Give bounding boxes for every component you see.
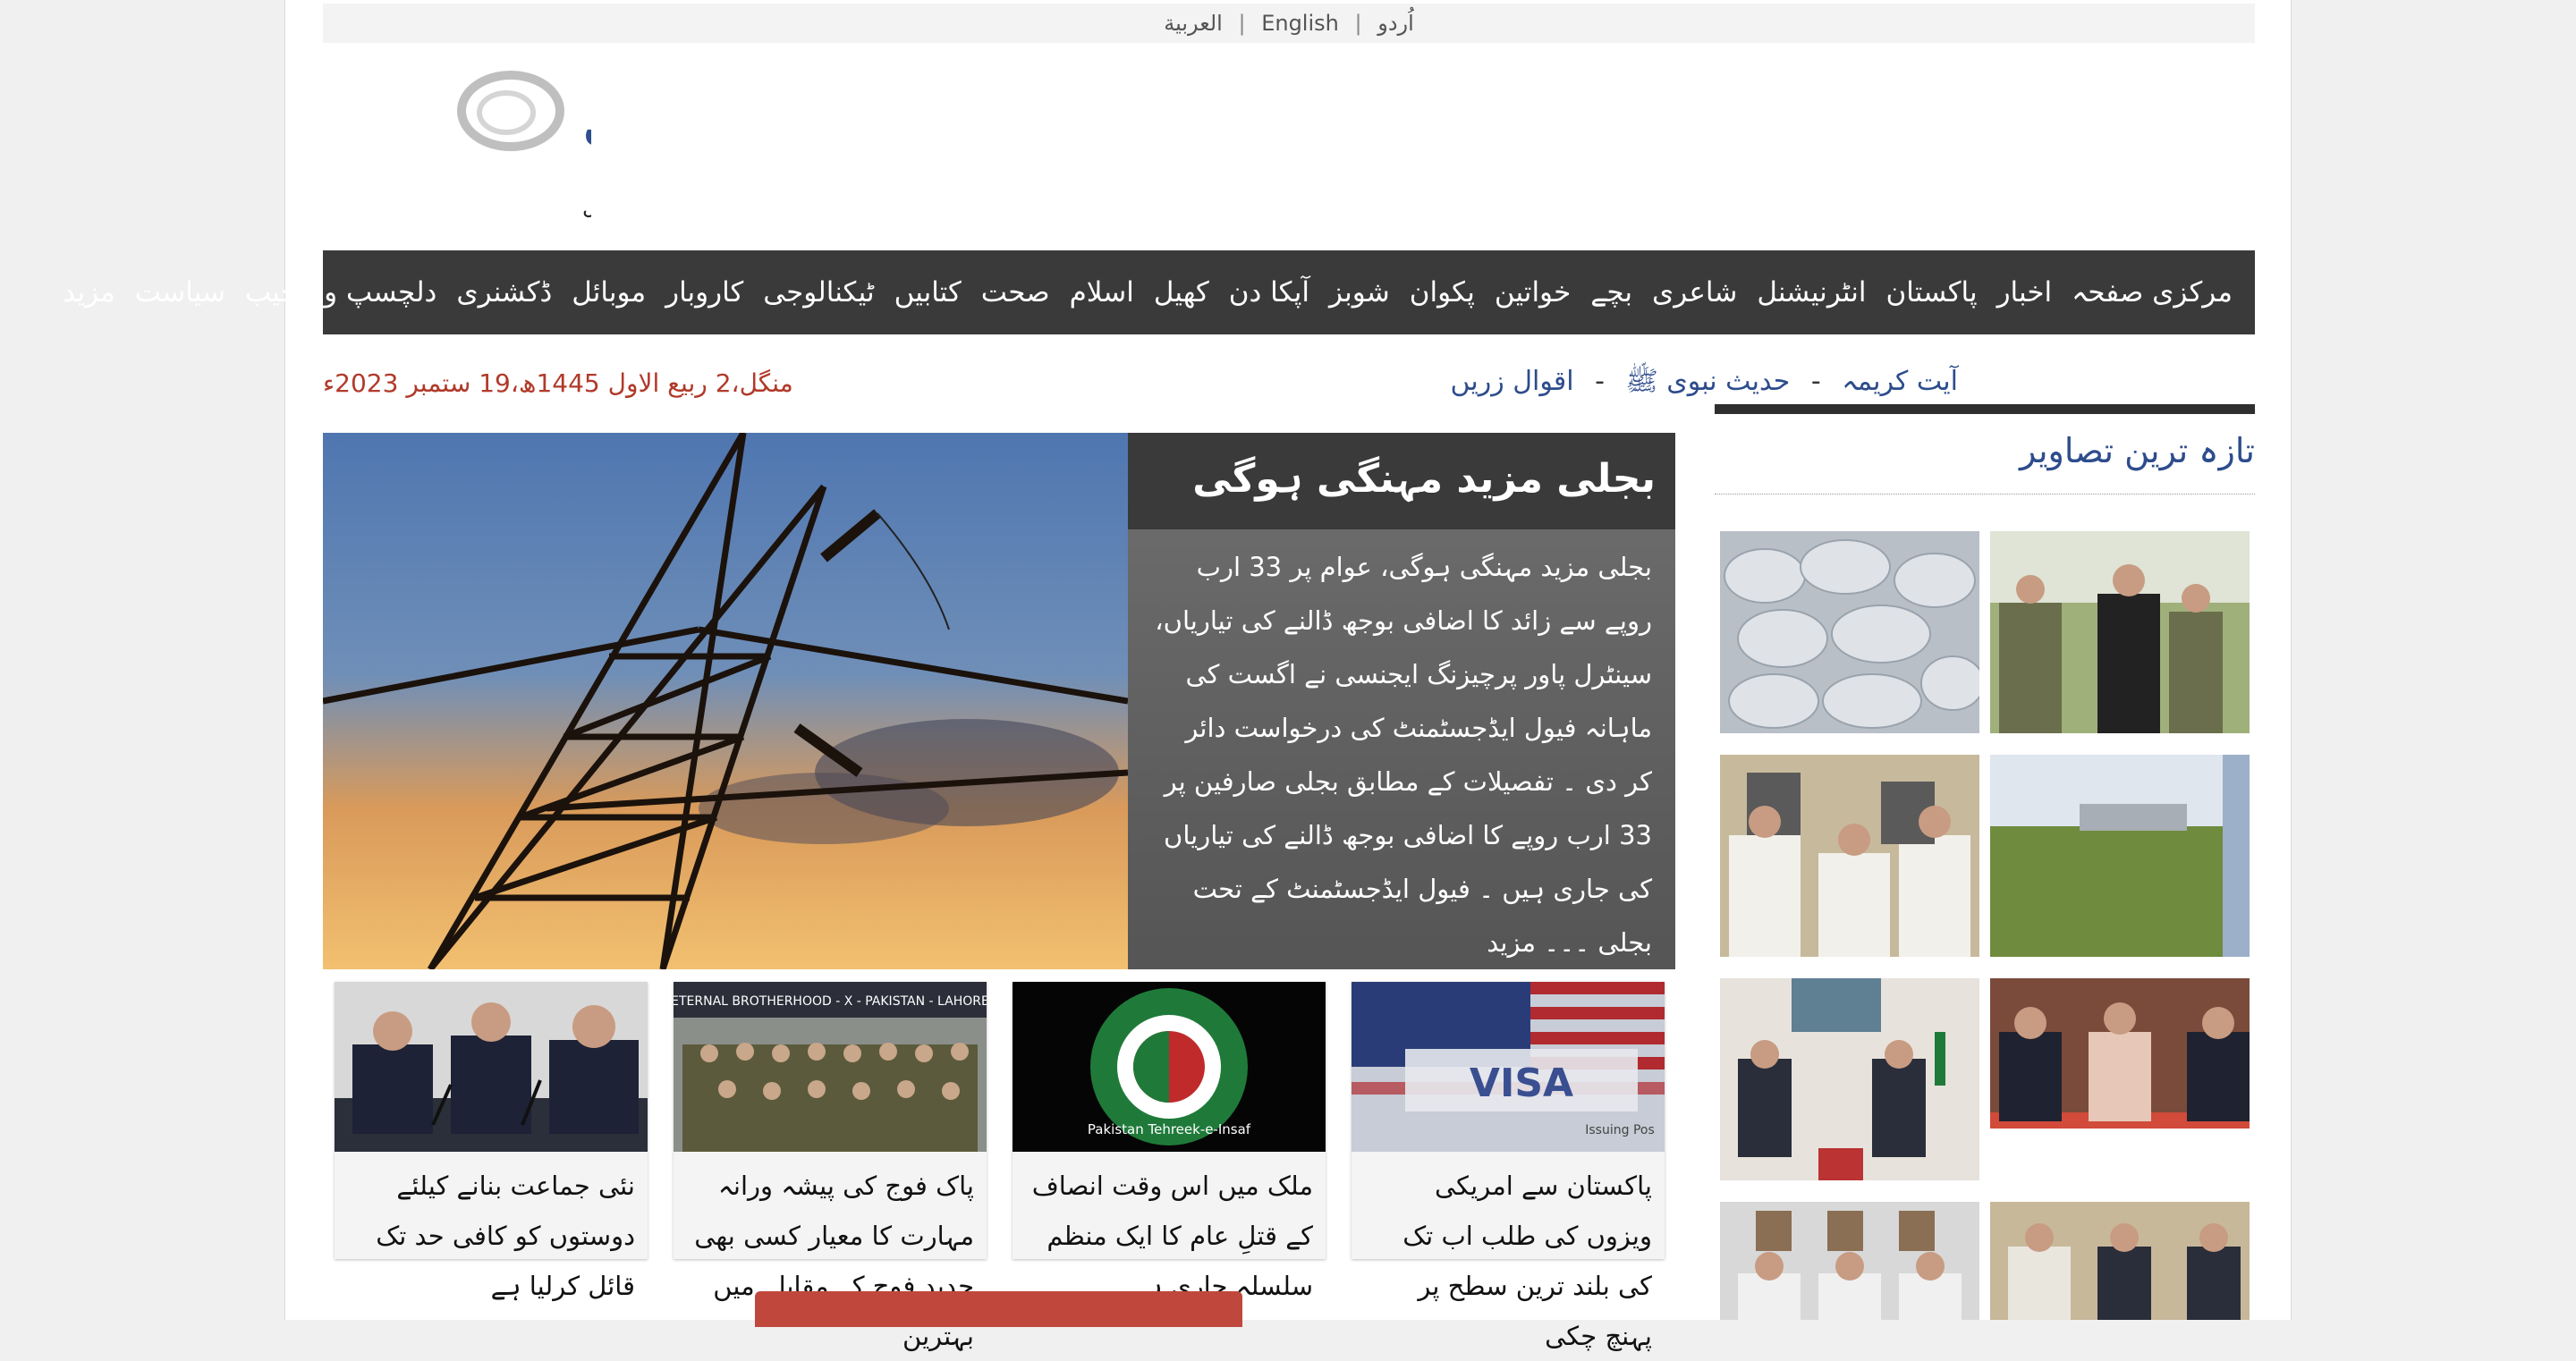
svg-text:ETERNAL BROTHERHOOD - X - PAKI: ETERNAL BROTHERHOOD - X - PAKISTAN - LAH… (674, 994, 987, 1009)
nav-item[interactable]: ٹیکنالوجی (753, 276, 884, 309)
sidebar-divider (1715, 404, 2255, 414)
nav-item[interactable]: پاکستان (1877, 276, 1987, 309)
card-caption[interactable]: نئی جماعت بنانے کیلئے دوستوں کو کافی حد … (347, 1161, 635, 1311)
nav-item[interactable]: خواتین (1485, 276, 1580, 309)
main-nav: مرکزی صفحہ اخبار پاکستان انٹرنیشنل شاعری بچے خ… (63, 250, 2255, 334)
site-logo[interactable]: اردو پوائنٹ مسلسل اشاعت کے 23 شاندار سال (323, 57, 902, 227)
card-caption[interactable]: پاک فوج کی پیشہ ورانہ مہارت کا معیار کسی… (686, 1161, 974, 1361)
lang-separator: | (1238, 11, 1246, 36)
nav-item[interactable]: کاروبار (656, 276, 753, 309)
ayat-link[interactable]: آیت کریمہ (1842, 366, 1958, 397)
more-news-button[interactable] (755, 1291, 1242, 1327)
gallery-thumb[interactable] (1990, 978, 2250, 1180)
nav-item[interactable]: ڈکشنری (446, 276, 562, 309)
lang-separator: | (1354, 11, 1362, 36)
nav-item[interactable]: مرکزی صفحہ (2062, 276, 2242, 309)
nav-item[interactable]: کتابیں (885, 276, 971, 309)
pti-logo-image: Pakistan Tehreek-e-Insaf (1013, 982, 1326, 1152)
aqwal-link[interactable]: اقوال زریں (1451, 366, 1574, 397)
gallery-thumb[interactable] (1990, 755, 2250, 957)
news-card-party[interactable]: نئی جماعت بنانے کیلئے دوستوں کو کافی حد … (335, 982, 648, 1301)
nav-item[interactable]: پکوان (1400, 276, 1485, 309)
logo-name: اردو پوائنٹ (582, 95, 591, 161)
gallery-thumb[interactable] (1720, 531, 1979, 733)
quick-link-separator: - (1810, 366, 1821, 397)
press-conference-image (335, 982, 648, 1152)
quick-link-separator: - (1595, 366, 1605, 397)
card-thumbnail: VISA Issuing Pos (1352, 982, 1665, 1152)
gallery-thumb[interactable] (1720, 755, 1979, 957)
quick-links: آیت کریمہ - حدیث نبوی ﷺ - اقوال زریں (1314, 365, 1958, 403)
hadith-link[interactable]: حدیث نبوی ﷺ (1625, 366, 1790, 397)
news-card-army[interactable]: ETERNAL BROTHERHOOD - X - PAKISTAN - LAH… (674, 982, 987, 1351)
svg-text:VISA: VISA (1470, 1061, 1573, 1106)
gallery-thumb[interactable] (1720, 1202, 1979, 1320)
army-group-image: ETERNAL BROTHERHOOD - X - PAKISTAN - LAH… (674, 982, 987, 1152)
card-thumbnail: ETERNAL BROTHERHOOD - X - PAKISTAN - LAH… (674, 982, 987, 1152)
card-thumbnail: Pakistan Tehreek-e-Insaf (1013, 982, 1326, 1152)
sidebar-title: تازہ ترین تصاویر (1715, 431, 2255, 495)
hero-panel: بجلی مزید مہنگی ہوگی بجلی مزید مہنگی ہوگ… (1128, 433, 1675, 969)
nav-item[interactable]: بچے (1580, 276, 1642, 309)
lang-arabic-link[interactable]: العربية (1164, 11, 1223, 36)
current-date: منگل،2 ربیع الاول 1445ھ،19 ستمبر 2023ء (323, 368, 793, 398)
nav-item[interactable]: موبائل (562, 276, 656, 309)
power-tower-image (323, 433, 1128, 969)
svg-text:Pakistan Tehreek-e-Insaf: Pakistan Tehreek-e-Insaf (1088, 1121, 1251, 1137)
nav-item[interactable]: دلچسپ و عجیب (235, 276, 446, 309)
lang-urdu-link[interactable]: اُردو (1377, 11, 1414, 36)
nav-item[interactable]: اخبار (1987, 276, 2063, 309)
hero-title[interactable]: بجلی مزید مہنگی ہوگی (1128, 433, 1675, 529)
nav-item[interactable]: مزید (53, 276, 125, 309)
card-thumbnail (335, 982, 648, 1152)
page-container: العربية | English | اُردو اردو پوائنٹ مس… (63, 0, 2292, 1351)
news-card-visa[interactable]: VISA Issuing Pos پاکستان سے امریکی ویزوں… (1352, 982, 1665, 1351)
language-bar: العربية | English | اُردو (323, 4, 2255, 43)
hero-body[interactable]: بجلی مزید مہنگی ہوگی، عوام پر 33 ارب روپ… (1155, 540, 1652, 969)
gallery-thumb[interactable] (1720, 978, 1979, 1180)
visa-flag-image: VISA Issuing Pos (1352, 982, 1665, 1152)
nav-item[interactable]: انٹرنیشنل (1747, 276, 1876, 309)
nav-item[interactable]: آپکا دن (1219, 276, 1319, 309)
nav-item[interactable]: کھیل (1144, 276, 1219, 309)
nav-item[interactable]: سیاست (125, 276, 235, 309)
news-card-pti[interactable]: Pakistan Tehreek-e-Insaf ملک میں اس وقت … (1013, 982, 1326, 1301)
hero-image[interactable] (323, 433, 1128, 969)
card-caption[interactable]: ملک میں اس وقت انصاف کے قتلِ عام کا ایک … (1025, 1161, 1313, 1311)
nav-item[interactable]: صحت (971, 276, 1060, 309)
gallery-thumb[interactable] (1990, 1202, 2250, 1320)
logo-tagline: مسلسل اشاعت کے 23 شاندار سال (582, 194, 591, 219)
svg-text:Issuing Pos: Issuing Pos (1585, 1123, 1655, 1137)
gallery-thumb[interactable] (1990, 531, 2250, 733)
nav-item[interactable]: شاعری (1642, 276, 1747, 309)
lang-english-link[interactable]: English (1261, 11, 1339, 36)
card-caption[interactable]: پاکستان سے امریکی ویزوں کی طلب اب تک کی … (1364, 1161, 1652, 1361)
logo-graphic: اردو پوائنٹ مسلسل اشاعت کے 23 شاندار سال (457, 71, 902, 219)
nav-item[interactable]: شوبز (1319, 276, 1400, 309)
nav-item[interactable]: اسلام (1060, 276, 1144, 309)
